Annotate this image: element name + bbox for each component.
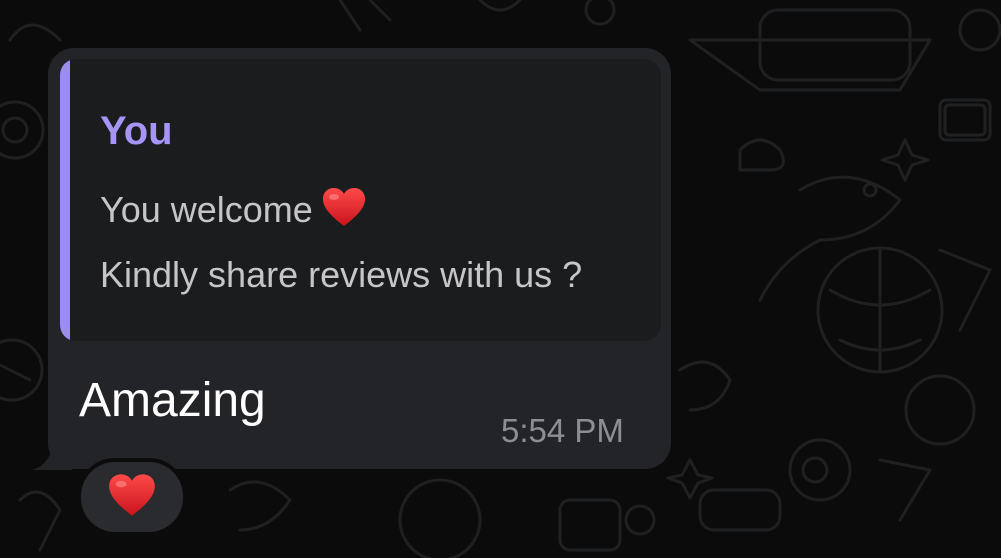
quoted-author: You (100, 109, 173, 153)
reaction-badge[interactable] (81, 462, 183, 532)
quoted-line-1: You welcome (100, 186, 367, 236)
red-heart-icon (107, 472, 157, 523)
quote-accent-bar (60, 59, 70, 341)
message-timestamp: 5:54 PM (501, 412, 624, 449)
quoted-line-2: Kindly share reviews with us ? (100, 254, 583, 295)
message-text: Amazing (79, 374, 266, 427)
quoted-line-1-text: You welcome (100, 189, 313, 230)
red-heart-icon (321, 186, 367, 236)
quoted-reply[interactable]: You You welcome Kindly share reviews wit… (60, 59, 661, 341)
